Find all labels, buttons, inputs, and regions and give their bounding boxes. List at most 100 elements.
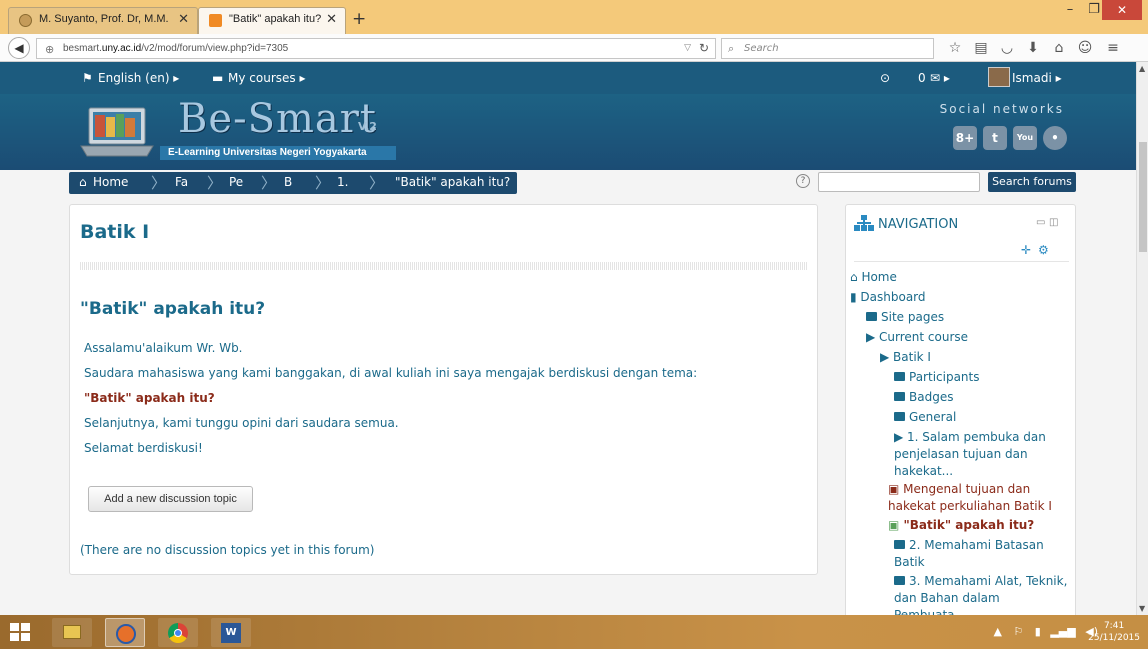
breadcrumb-item[interactable]: 1. [337,175,348,189]
navigation-title: NAVIGATION [878,217,959,232]
scroll-up-icon[interactable]: ▲ [1139,64,1145,73]
courses-icon: ▬ [212,71,224,85]
main-content: Batik I "Batik" apakah itu? Assalamu'ala… [69,204,818,575]
breadcrumb-item[interactable]: Pe [229,175,243,189]
site-version: V.2 [358,120,377,133]
breadcrumb-item[interactable]: Home [93,175,128,189]
browser-tab-1[interactable]: M. Suyanto, Prof. Dr, M.M. ✕ [8,7,198,34]
url-bar[interactable]: ⊕ besmart.uny.ac.id/v2/mod/forum/view.ph… [36,38,716,59]
chrome-icon[interactable] [158,618,198,647]
envelope-icon[interactable]: ✉ ▸ [930,71,950,85]
chevron-right-icon: 〉 [151,174,167,192]
word-icon[interactable]: W [211,618,251,647]
firefox-icon[interactable] [105,618,145,647]
chevron-right-icon: 〉 [207,174,223,192]
dropdown-arrow-icon[interactable]: ▽ [684,42,691,53]
collapse-block-icon[interactable]: ▭ [1036,217,1045,228]
breadcrumb-item[interactable]: Fa [175,175,188,189]
user-menu[interactable]: Ismadi ▸ [1012,71,1062,85]
nav-item-forum-current[interactable]: ▣ "Batik" apakah itu? [888,517,1034,534]
moodle-page: ⚑ English (en) ▸ ▬ My courses ▸ ⊙ 0 ✉ ▸ … [0,62,1136,615]
breadcrumb-current[interactable]: "Batik" apakah itu? [395,175,510,189]
new-tab-button[interactable]: + [352,9,366,29]
help-icon[interactable]: ? [796,174,810,188]
chat-icon[interactable]: ☺ [1076,40,1094,56]
forum-search-input[interactable] [818,172,980,192]
site-title[interactable]: Be-Smart [178,96,377,142]
nav-item-dashboard[interactable]: ▮ Dashboard [850,289,926,306]
google-plus-icon[interactable]: 8+ [953,126,977,150]
close-tab-icon[interactable]: ✕ [178,11,189,27]
moodle-topbar: ⚑ English (en) ▸ ▬ My courses ▸ ⊙ 0 ✉ ▸ … [0,62,1136,94]
navigation-block: NAVIGATION ▭ ◫ ✛ ⚙ ⌂ Home ▮ Dashboard Si… [845,204,1076,615]
nav-item-label: Dashboard [860,290,926,304]
clock-time: 7:41 [1103,621,1125,631]
nav-item-course[interactable]: ▶ Batik I [880,349,931,366]
windows-start-icon[interactable] [10,623,30,641]
youtube-icon[interactable]: You [1013,126,1037,150]
nav-item-label: Mengenal tujuan dan hakekat perkuliahan … [888,482,1052,513]
scrollbar-thumb[interactable] [1139,142,1147,252]
browser-search-input[interactable]: ⌕ Search [721,38,934,59]
folder-icon [894,392,905,401]
nav-item-label: 1. Salam pembuka dan penjelasan tujuan d… [894,430,1046,478]
twitter-icon[interactable]: t [983,126,1007,150]
nav-item-section-2[interactable]: 2. Memahami Batasan Batik [894,537,1070,571]
nav-item-home[interactable]: ⌂ Home [850,269,897,286]
scroll-down-icon[interactable]: ▼ [1139,604,1145,613]
network-icon[interactable]: ▮ [1035,625,1041,638]
notification-icon[interactable]: ⊙ [880,71,890,85]
avatar[interactable] [988,67,1010,87]
home-icon[interactable]: ⌂ [1050,40,1068,56]
settings-gear-icon[interactable]: ⚙ [1038,243,1049,257]
nav-item-section-1[interactable]: ▶ 1. Salam pembuka dan penjelasan tujuan… [894,429,1074,480]
nav-item-section-3[interactable]: 3. Memahami Alat, Teknik, dan Bahan dala… [894,573,1072,615]
pocket-icon[interactable]: ◡ [998,40,1016,56]
nav-item-resource[interactable]: ▣ Mengenal tujuan dan hakekat perkuliaha… [888,481,1075,515]
nav-item-label: General [909,410,957,424]
chevron-right-icon: 〉 [315,174,331,192]
back-arrow-icon[interactable]: ◀ [8,37,30,59]
taskbar-clock[interactable]: 7:41 25/11/2015 [1088,620,1140,644]
tab-label: "Batik" apakah itu? [229,13,322,25]
laptop-books-logo-icon [80,107,154,157]
nav-item-badges[interactable]: Badges [894,389,953,406]
bookmarks-list-icon[interactable]: ▤ [972,40,990,56]
bookmark-star-icon[interactable]: ☆ [946,40,964,56]
language-menu[interactable]: English (en) ▸ [98,71,179,85]
windows-taskbar: W ▲ ⚐ ▮ ▂▄▆ ◀) 7:41 25/11/2015 [0,615,1148,649]
moodle-favicon-icon [209,14,222,27]
browser-tab-2[interactable]: "Batik" apakah itu? ✕ [198,7,346,34]
nav-item-label: 3. Memahami Alat, Teknik, dan Bahan dala… [894,574,1068,615]
file-explorer-icon[interactable] [52,618,92,647]
breadcrumb-item[interactable]: B [284,175,292,189]
folder-open-icon: ▶ [880,350,894,364]
nav-item-site-pages[interactable]: Site pages [866,309,944,326]
nav-item-general[interactable]: General [894,409,956,426]
close-tab-icon[interactable]: ✕ [326,11,337,27]
nav-item-participants[interactable]: Participants [894,369,980,386]
other-social-icon[interactable]: • [1043,126,1067,150]
forum-intro-paragraph: Selanjutnya, kami tunggu opini dari saud… [84,416,399,430]
folder-open-icon: ▶ [894,430,908,444]
system-tray[interactable]: ▲ ⚐ ▮ ▂▄▆ ◀) [993,625,1098,638]
reload-icon[interactable]: ↻ [699,41,709,55]
my-courses-menu[interactable]: My courses ▸ [228,71,305,85]
message-count[interactable]: 0 [918,71,926,85]
flag-icon[interactable]: ⚐ [1013,625,1023,638]
add-discussion-button[interactable]: Add a new discussion topic [88,486,253,512]
folder-icon [866,312,877,321]
move-icon[interactable]: ✛ [1021,243,1031,257]
nav-item-current-course[interactable]: ▶ Current course [866,329,968,346]
menu-icon[interactable]: ≡ [1104,40,1122,56]
show-hidden-icons-icon[interactable]: ▲ [993,625,1001,638]
nav-item-label: 2. Memahami Batasan Batik [894,538,1044,569]
download-icon[interactable]: ⬇ [1024,40,1042,56]
dock-block-icon[interactable]: ◫ [1049,217,1058,228]
home-icon: ⌂ [79,175,87,189]
page-scrollbar[interactable]: ▲ ▼ [1136,62,1148,615]
signal-icon[interactable]: ▂▄▆ [1050,625,1075,638]
forum-intro-paragraph: Assalamu'alaikum Wr. Wb. [84,341,243,355]
window-close-button[interactable]: ✕ [1102,0,1142,20]
search-forums-button[interactable]: Search forums [988,172,1076,192]
